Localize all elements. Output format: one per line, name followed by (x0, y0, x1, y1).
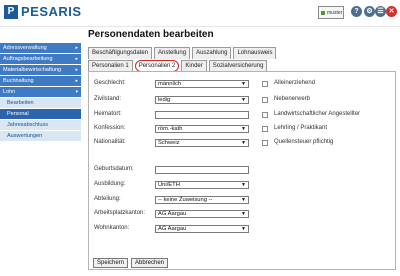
sidebar-subitem-personal[interactable]: Personal (0, 109, 81, 120)
sidebar-subitem-auswertungen[interactable]: Auswertungen (0, 131, 81, 142)
dropdown-arrow-icon: ▼ (241, 211, 246, 217)
nationalitaet-label: Nationalität: (94, 139, 126, 145)
pesaris-logo[interactable]: P PESARIS (4, 4, 82, 19)
sidebar-item-lohn[interactable]: Lohn ▾ (0, 87, 81, 98)
sidebar-item-buchhaltung[interactable]: Buchhaltung ▸ (0, 76, 81, 87)
chevron-right-icon: ▸ (75, 67, 78, 73)
arbeitsplatzkanton-label: Arbeitsplatzkanton: (94, 210, 146, 216)
wohnkanton-label: Wohnkanton: (94, 225, 130, 231)
arbeitsplatzkanton-select[interactable]: AG Aargau ▼ (155, 210, 249, 218)
dropdown-arrow-icon: ▼ (241, 81, 246, 87)
dropdown-arrow-icon: ▼ (241, 226, 246, 232)
heimatort-label: Heimatort: (94, 111, 122, 117)
logo-text: PESARIS (21, 4, 82, 19)
quellensteuer-pflichtig-label: Quellensteuer pflichtig (274, 139, 334, 145)
nationalitaet-select[interactable]: Schweiz ▼ (155, 139, 249, 147)
alleinerziehend-label: Alleinerziehend (274, 80, 316, 86)
app-header: P PESARIS muster ? ⚙ ☰ ✕ (0, 0, 400, 27)
geschlecht-select[interactable]: männlich ▼ (155, 80, 249, 88)
chevron-right-icon: ▸ (75, 78, 78, 84)
heimatort-input[interactable] (155, 111, 249, 119)
user-status-icon (321, 10, 325, 15)
sidebar-item-adressverwaltung[interactable]: Adressverwaltung ▸ (0, 43, 81, 54)
sidebar-item-label: Materialbewirtschaftung (3, 67, 62, 73)
geburtsdatum-label: Geburtsdatum: (94, 166, 134, 172)
nebenerwerb-checkbox[interactable] (262, 97, 268, 103)
abteilung-value: -- keine Zuweisung -- (158, 197, 213, 203)
landwirtschaftlicher-angestellter-checkbox[interactable] (262, 112, 268, 118)
tab-beschaeftigungsdaten[interactable]: Beschäftigungsdaten (88, 47, 153, 59)
ausbildung-select[interactable]: Uni/ETH ▼ (155, 181, 249, 189)
cancel-button[interactable]: Abbrechen (131, 258, 169, 268)
abteilung-select[interactable]: -- keine Zuweisung -- ▼ (155, 196, 249, 204)
sidebar-subitem-bearbeiten[interactable]: Bearbeiten (0, 98, 81, 109)
ausbildung-value: Uni/ETH (158, 182, 180, 188)
wohnkanton-value: AG Aargau (158, 226, 187, 232)
sidebar-item-label: Auftragsbearbeitung (3, 56, 53, 62)
geschlecht-value: männlich (158, 81, 182, 87)
ausbildung-label: Ausbildung: (94, 181, 126, 187)
landwirtschaftlicher-angestellter-label: Landwirtschaftlicher Angestellter (274, 111, 361, 117)
lehrling-praktikant-label: Lehrling / Praktikant (274, 125, 328, 131)
dropdown-arrow-icon: ▼ (241, 140, 246, 146)
zivilstand-select[interactable]: ledig ▼ (155, 96, 249, 104)
konfession-value: röm.-kath (158, 126, 183, 132)
lehrling-praktikant-checkbox[interactable] (262, 126, 268, 132)
sidebar-subitem-jahresabschluss[interactable]: Jahresabschluss (0, 120, 81, 131)
tab-row-1: Beschäftigungsdaten Anstellung Auszahlun… (88, 47, 278, 59)
help-icon[interactable]: ? (351, 6, 362, 17)
dropdown-arrow-icon: ▼ (241, 97, 246, 103)
abteilung-label: Abteilung: (94, 196, 121, 202)
wohnkanton-select[interactable]: AG Aargau ▼ (155, 225, 249, 233)
dropdown-arrow-icon: ▼ (241, 126, 246, 132)
sidebar-item-label: Lohn (3, 89, 16, 95)
nebenerwerb-label: Nebenerwerb (274, 96, 311, 102)
save-button[interactable]: Speichern (93, 258, 129, 268)
zivilstand-label: Zivilstand: (94, 96, 122, 102)
zivilstand-value: ledig (158, 97, 171, 103)
users-icon[interactable]: ☰ (375, 6, 386, 17)
user-indicator[interactable]: muster (318, 6, 344, 19)
geburtsdatum-input[interactable] (155, 166, 249, 174)
dropdown-arrow-icon: ▼ (241, 182, 246, 188)
chevron-right-icon: ▸ (75, 56, 78, 62)
close-icon[interactable]: ✕ (386, 6, 397, 17)
arbeitsplatzkanton-value: AG Aargau (158, 211, 187, 217)
sidebar-item-label: Adressverwaltung (3, 45, 47, 51)
tab-anstellung[interactable]: Anstellung (154, 47, 191, 59)
alleinerziehend-checkbox[interactable] (262, 81, 268, 87)
konfession-select[interactable]: röm.-kath ▼ (155, 125, 249, 133)
sidebar-item-auftragsbearbeitung[interactable]: Auftragsbearbeitung ▸ (0, 54, 81, 65)
chevron-right-icon: ▸ (75, 45, 78, 51)
sidebar-nav: Adressverwaltung ▸ Auftragsbearbeitung ▸… (0, 43, 81, 142)
tab-lohnausweis[interactable]: Lohnausweis (233, 47, 277, 59)
dropdown-arrow-icon: ▼ (241, 197, 246, 203)
user-label: muster (327, 9, 343, 16)
geschlecht-label: Geschlecht: (94, 80, 126, 86)
page-title: Personendaten bearbeiten (88, 29, 214, 40)
sidebar-item-label: Buchhaltung (3, 78, 34, 84)
sidebar-item-materialbewirtschaftung[interactable]: Materialbewirtschaftung ▸ (0, 65, 81, 76)
logo-mark: P (4, 4, 18, 19)
nationalitaet-value: Schweiz (158, 140, 180, 146)
chevron-down-icon: ▾ (75, 89, 78, 95)
quellensteuer-pflichtig-checkbox[interactable] (262, 140, 268, 146)
konfession-label: Konfession: (94, 125, 126, 131)
tab-auszahlung[interactable]: Auszahlung (192, 47, 232, 59)
settings-icon[interactable]: ⚙ (364, 6, 375, 17)
